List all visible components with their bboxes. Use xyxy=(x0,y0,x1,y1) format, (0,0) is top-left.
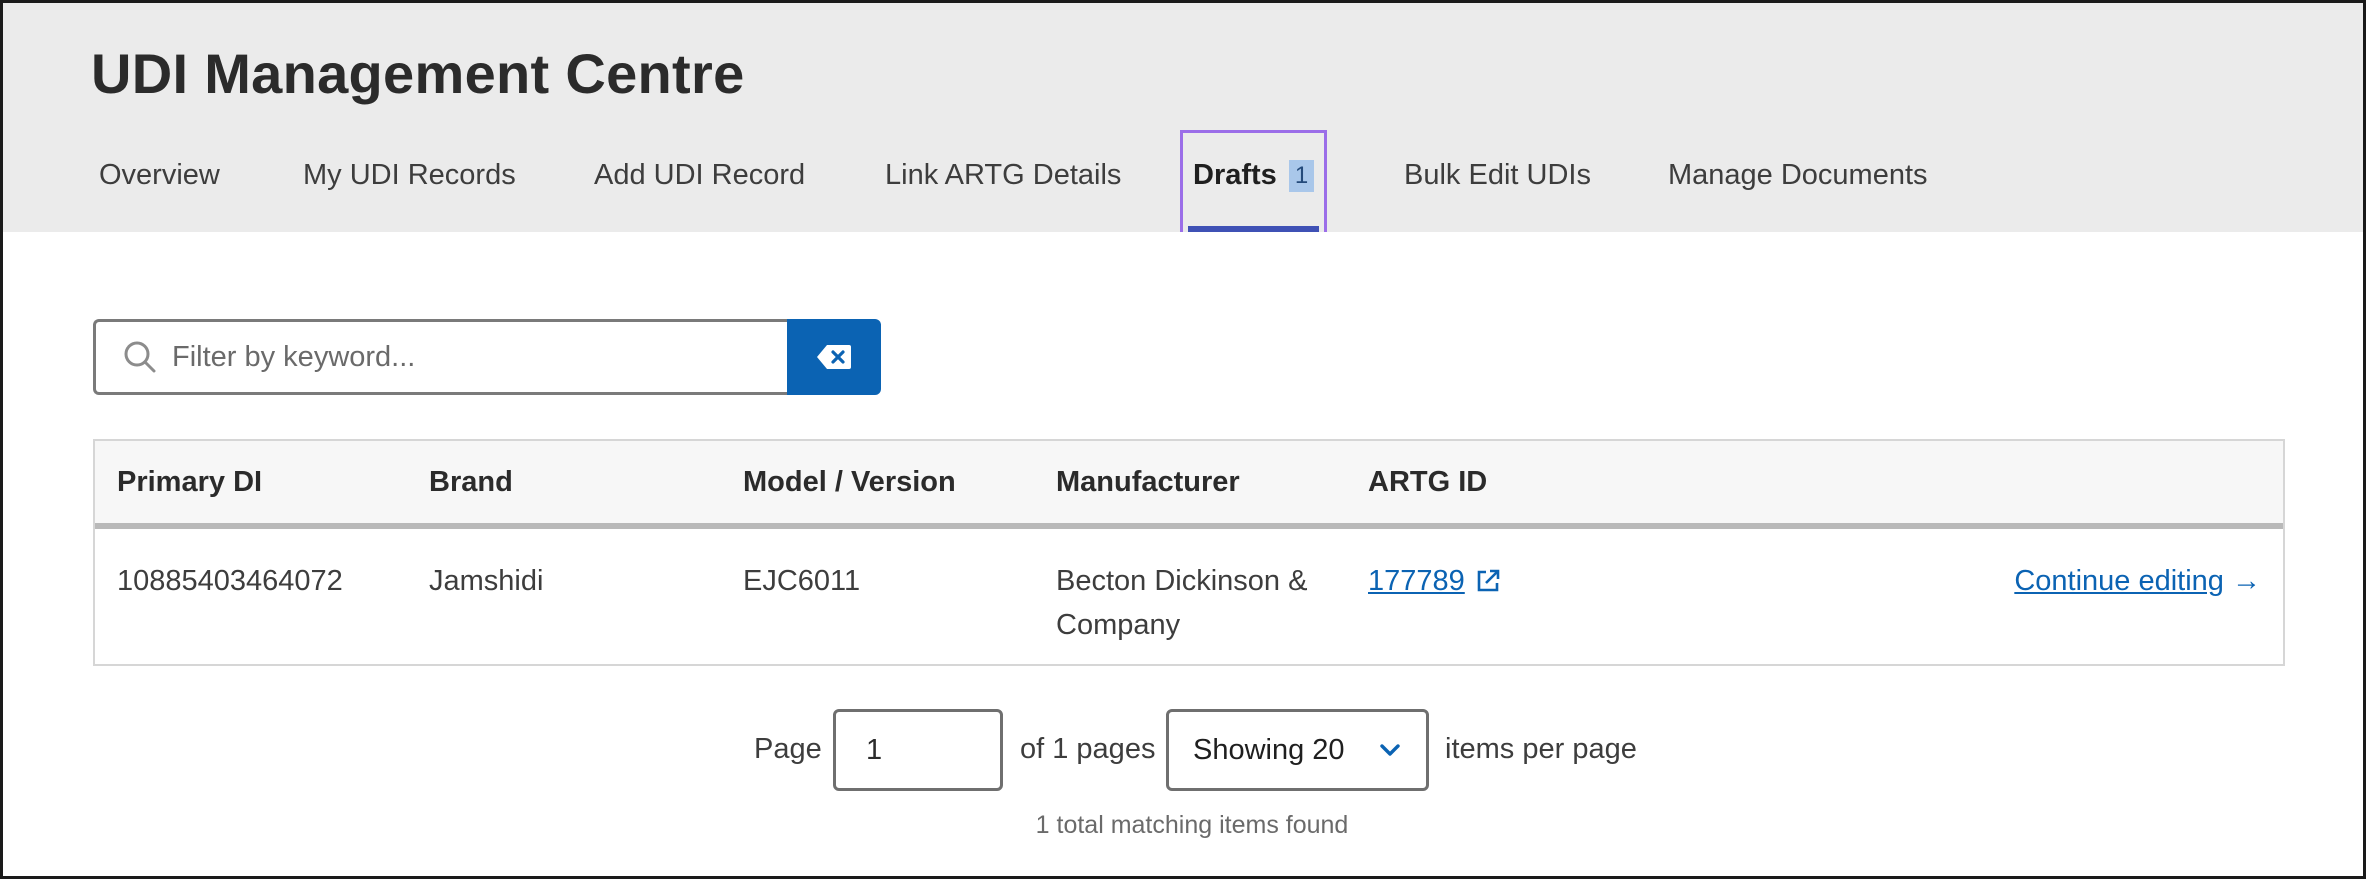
tab-drafts-label: Drafts xyxy=(1193,159,1277,191)
active-tab-indicator xyxy=(1188,226,1320,232)
tab-overview[interactable]: Overview xyxy=(99,133,220,232)
cell-model-version: EJC6011 xyxy=(743,565,861,597)
search-icon xyxy=(124,341,156,373)
drafts-table: Primary DI Brand Model / Version Manufac… xyxy=(93,439,2285,666)
column-header-model-version: Model / Version xyxy=(743,465,956,498)
page-header: UDI Management Centre Overview My UDI Re… xyxy=(3,3,2363,232)
cell-primary-di: 10885403464072 xyxy=(117,565,343,597)
total-results-text: 1 total matching items found xyxy=(1035,811,1349,839)
tab-manage-documents[interactable]: Manage Documents xyxy=(1668,133,1928,232)
cell-brand: Jamshidi xyxy=(429,565,544,597)
chevron-down-icon xyxy=(1380,744,1400,756)
page-label: Page xyxy=(754,733,822,765)
column-header-brand: Brand xyxy=(429,465,513,498)
tab-drafts[interactable]: Drafts 1 xyxy=(1180,130,1328,232)
items-per-page-select[interactable]: Showing 20 xyxy=(1166,709,1429,791)
search-input[interactable] xyxy=(172,340,732,374)
tab-link-artg-details[interactable]: Link ARTG Details xyxy=(885,133,1121,232)
page-title: UDI Management Centre xyxy=(91,42,745,105)
items-per-page-label: items per page xyxy=(1445,733,1637,765)
page-number-input[interactable] xyxy=(833,709,1003,791)
clear-search-button[interactable] xyxy=(787,319,881,395)
tab-my-udi-records[interactable]: My UDI Records xyxy=(303,133,516,232)
column-header-artg-id: ARTG ID xyxy=(1368,465,1488,498)
drafts-count-badge: 1 xyxy=(1288,159,1315,192)
tab-bulk-edit-udis[interactable]: Bulk Edit UDIs xyxy=(1404,133,1591,232)
cell-manufacturer: Becton Dickinson & Company xyxy=(1056,565,1308,641)
continue-editing-label: Continue editing xyxy=(2014,565,2224,597)
tab-bar: Overview My UDI Records Add UDI Record L… xyxy=(3,130,2363,232)
artg-id-link[interactable]: 177789 xyxy=(1368,559,1501,603)
app-window: UDI Management Centre Overview My UDI Re… xyxy=(0,0,2366,879)
arrow-right-icon: → xyxy=(2232,565,2261,597)
continue-editing-link[interactable]: Continue editing → xyxy=(2014,559,2261,603)
cell-artg-id: 177789 xyxy=(1368,559,1501,603)
artg-id-link-text: 177789 xyxy=(1368,565,1465,597)
column-header-manufacturer: Manufacturer xyxy=(1056,465,1240,498)
column-header-primary-di: Primary DI xyxy=(117,465,263,498)
table-row: 10885403464072 Jamshidi EJC6011 Becton D… xyxy=(95,529,2283,666)
page-count-label: of 1 pages xyxy=(1020,733,1156,765)
items-per-page-value: Showing 20 xyxy=(1193,733,1345,766)
search-field xyxy=(93,319,787,395)
backspace-x-icon xyxy=(817,345,851,369)
table-header: Primary DI Brand Model / Version Manufac… xyxy=(95,441,2283,529)
tab-add-udi-record[interactable]: Add UDI Record xyxy=(594,133,805,232)
external-link-icon xyxy=(1477,569,1500,592)
